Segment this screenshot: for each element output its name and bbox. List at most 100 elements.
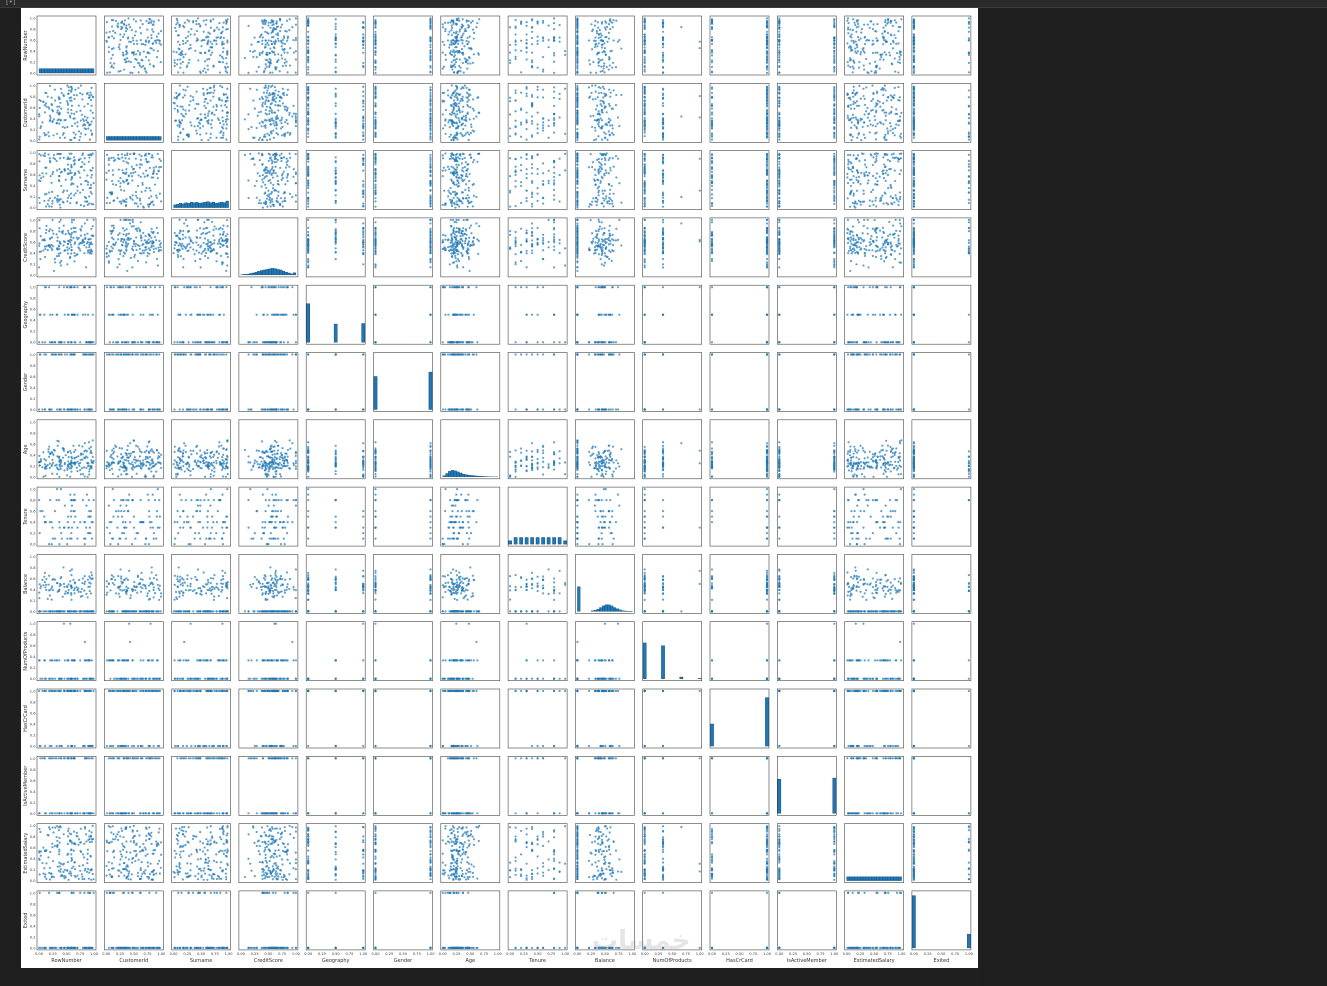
data-point xyxy=(307,55,310,59)
data-point xyxy=(452,108,455,111)
data-point xyxy=(374,197,377,200)
data-point xyxy=(886,132,890,135)
data-point xyxy=(122,53,125,57)
data-point xyxy=(912,49,916,52)
data-point xyxy=(143,175,146,178)
data-point xyxy=(912,123,916,126)
data-point xyxy=(450,122,454,125)
data-point xyxy=(447,94,450,97)
data-point xyxy=(450,152,453,155)
data-point xyxy=(66,163,70,166)
data-point xyxy=(281,205,284,208)
output-collapse-glyph[interactable]: [•] xyxy=(6,0,16,6)
data-point xyxy=(79,135,82,138)
data-point xyxy=(264,84,267,87)
data-point xyxy=(448,126,451,129)
data-point xyxy=(661,24,665,27)
data-point xyxy=(334,104,337,107)
data-point xyxy=(278,17,281,20)
data-point xyxy=(39,99,42,103)
data-point xyxy=(661,205,665,208)
data-point xyxy=(182,108,185,111)
data-point xyxy=(63,136,66,139)
data-point xyxy=(854,201,857,204)
data-point xyxy=(452,166,455,169)
data-point xyxy=(967,22,971,25)
data-point xyxy=(59,119,62,122)
hist-bar xyxy=(49,68,53,74)
data-point xyxy=(147,152,150,155)
hist-bar xyxy=(211,201,216,208)
data-point xyxy=(200,39,203,42)
data-point xyxy=(883,29,886,33)
data-point xyxy=(897,98,900,102)
data-point xyxy=(514,204,517,208)
data-point xyxy=(280,96,283,100)
data-point xyxy=(460,191,464,194)
data-point xyxy=(86,102,89,106)
data-point xyxy=(876,183,879,186)
data-point xyxy=(661,127,665,130)
data-point xyxy=(429,153,432,156)
data-point xyxy=(281,200,284,203)
data-point xyxy=(514,55,517,58)
data-point xyxy=(525,46,528,49)
hist-bar xyxy=(176,204,180,208)
data-point xyxy=(778,46,781,49)
data-point xyxy=(859,119,862,122)
data-point xyxy=(855,118,858,121)
hist-bar xyxy=(66,68,70,74)
data-point xyxy=(135,39,138,42)
data-point xyxy=(889,125,892,128)
data-point xyxy=(710,177,714,180)
data-point xyxy=(885,40,888,43)
data-point xyxy=(601,138,604,141)
data-point xyxy=(833,191,836,194)
data-point xyxy=(50,205,53,208)
data-point xyxy=(576,180,579,183)
data-point xyxy=(284,29,287,33)
data-point xyxy=(362,169,365,172)
data-point xyxy=(81,93,84,96)
data-point xyxy=(912,33,916,36)
data-point xyxy=(460,133,464,136)
data-point xyxy=(442,166,446,169)
data-point xyxy=(576,128,579,131)
data-point xyxy=(536,167,539,171)
data-point xyxy=(282,35,286,38)
data-point xyxy=(137,174,140,177)
cell-frame xyxy=(36,15,97,76)
data-point xyxy=(155,35,158,38)
data-point xyxy=(307,132,310,135)
data-point xyxy=(525,21,528,24)
data-point xyxy=(264,67,267,70)
data-point xyxy=(897,204,900,207)
data-point xyxy=(374,20,377,23)
data-point xyxy=(48,157,51,160)
data-point xyxy=(172,50,175,53)
data-point xyxy=(852,18,855,21)
data-point xyxy=(885,201,888,205)
data-point xyxy=(68,194,71,197)
data-point xyxy=(450,165,453,168)
data-point xyxy=(264,108,267,112)
data-point xyxy=(208,57,211,61)
data-point xyxy=(79,92,82,95)
data-point xyxy=(853,124,856,127)
data-point xyxy=(885,169,888,172)
data-point xyxy=(265,65,268,68)
data-point xyxy=(558,92,561,95)
hist-bar xyxy=(80,68,84,74)
data-point xyxy=(462,115,465,118)
data-point xyxy=(112,47,115,50)
data-point xyxy=(467,186,470,189)
data-point xyxy=(872,42,875,45)
data-point xyxy=(260,152,264,155)
data-point xyxy=(465,58,468,61)
data-point xyxy=(463,45,466,48)
data-point xyxy=(226,41,229,44)
data-point xyxy=(600,202,603,205)
data-point xyxy=(148,187,151,190)
data-point xyxy=(871,27,875,31)
data-point xyxy=(661,93,665,97)
